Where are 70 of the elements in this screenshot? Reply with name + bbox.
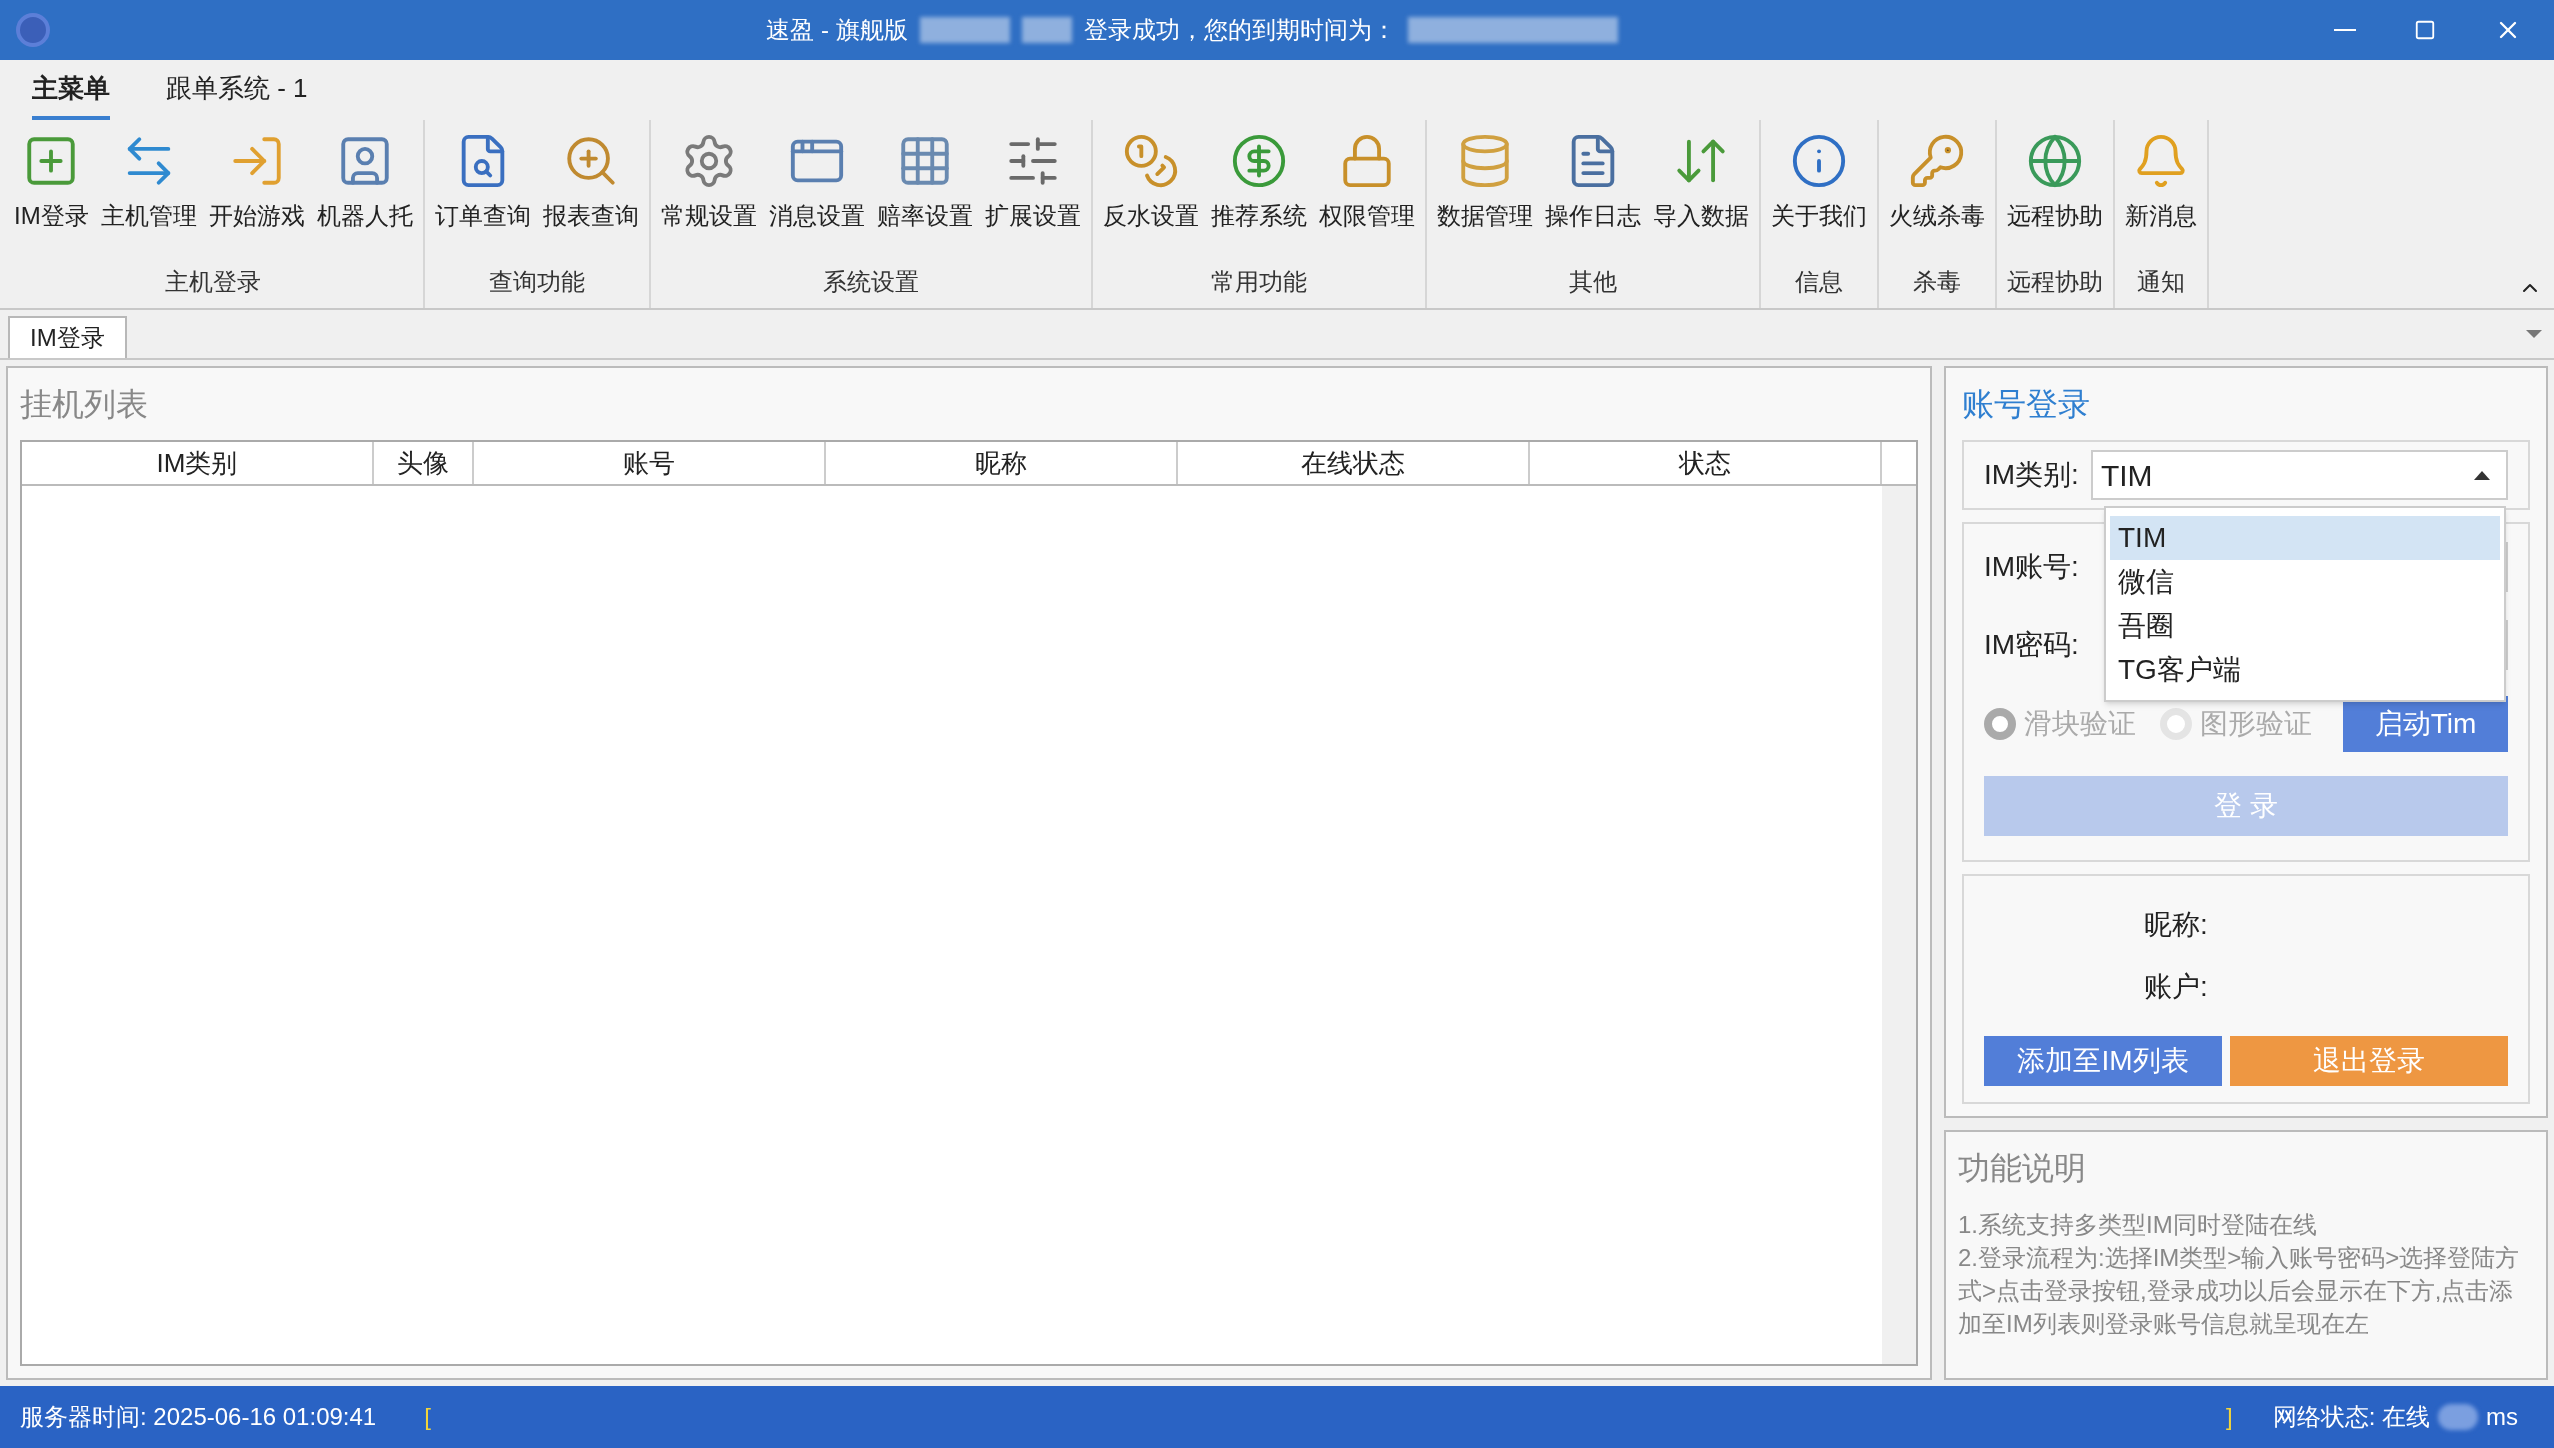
field-label: 账户: xyxy=(2143,970,2209,1004)
maximize-button[interactable] xyxy=(2414,19,2436,41)
dropdown-option[interactable]: TIM xyxy=(2110,516,2500,560)
ribbon-button[interactable]: 数据管理 xyxy=(1430,132,1539,264)
ribbon-group-label: 常用功能 xyxy=(1209,267,1308,297)
panel-title: 账号登录 xyxy=(1962,385,2091,424)
status-mark: [ xyxy=(424,1402,431,1432)
document-tab[interactable]: IM登录 xyxy=(8,316,127,358)
field-label: 昵称: xyxy=(2143,908,2209,942)
ribbon-group-label: 信息 xyxy=(1793,267,1844,297)
ribbon-button[interactable]: 火绒杀毒 xyxy=(1882,132,1991,264)
ribbon-tab[interactable]: 跟单系统 - 1 xyxy=(166,69,308,120)
field-label: IM账号: xyxy=(1984,550,2080,584)
column-header[interactable]: 在线状态 xyxy=(1178,442,1530,484)
ribbon-button[interactable]: 订单查询 xyxy=(428,132,537,264)
dropdown-option[interactable]: 微信 xyxy=(2110,560,2500,604)
ribbon-group-label: 杀毒 xyxy=(1911,267,1962,297)
scrollbar-track[interactable] xyxy=(1882,486,1916,1364)
column-header[interactable]: 头像 xyxy=(374,442,474,484)
status-mark: ] xyxy=(2226,1402,2233,1432)
panel-title: 功能说明 xyxy=(1958,1149,2087,1188)
ribbon-group-label: 查询功能 xyxy=(487,267,586,297)
ribbon-group-label: 远程协助 xyxy=(2005,267,2104,297)
maximize-icon xyxy=(2414,19,2436,41)
server-time: 服务器时间: 2025-06-16 01:09:41 xyxy=(20,1402,377,1432)
ribbon-button[interactable]: 机器人托 xyxy=(310,132,419,264)
dropdown-option[interactable]: 吾圈 xyxy=(2110,604,2500,648)
column-header[interactable]: 昵称 xyxy=(826,442,1178,484)
dropdown-arrow-icon xyxy=(2474,470,2490,480)
ribbon-button[interactable]: 报表查询 xyxy=(536,132,645,264)
ribbon-group-label: 其他 xyxy=(1567,267,1618,297)
window-title: 速盈 - 旗舰版 xyxy=(766,15,908,45)
ribbon-group-label: 通知 xyxy=(2135,267,2186,297)
help-text: 2.登录流程为:选择IM类型>输入账号密码>选择登陆方式>点击登录按钮,登录成功以后会显示在下方,点击添加至IM列表则登录账号信息就呈现在左 xyxy=(1958,1243,2521,1339)
ribbon-group-label: 系统设置 xyxy=(821,267,920,297)
ribbon-button[interactable]: 开始游戏 xyxy=(202,132,311,264)
network-status: 网络状态: 在线 xyxy=(2272,1402,2430,1432)
ribbon-button[interactable]: 赔率设置 xyxy=(870,132,979,264)
ribbon-tab[interactable]: 主菜单 xyxy=(32,69,110,120)
field-label: IM密码: xyxy=(1984,628,2080,662)
ribbon-button[interactable]: 关于我们 xyxy=(1764,132,1873,264)
add-to-list-button[interactable]: 添加至IM列表 xyxy=(1984,1036,2222,1086)
field-label: IM类别: xyxy=(1984,458,2079,492)
ribbon-button[interactable]: 消息设置 xyxy=(762,132,871,264)
im-type-select[interactable]: TIM xyxy=(2090,450,2508,500)
window-title: 登录成功，您的到期时间为： xyxy=(1083,15,1396,45)
ribbon-button[interactable]: 权限管理 xyxy=(1312,132,1421,264)
column-header[interactable]: 账号 xyxy=(474,442,826,484)
ribbon-group-label: 主机登录 xyxy=(164,267,263,297)
ribbon-button[interactable]: 主机管理 xyxy=(94,132,203,264)
redacted-block xyxy=(1021,17,1072,43)
app-logo-icon xyxy=(16,13,50,47)
column-header[interactable]: IM类别 xyxy=(22,442,374,484)
help-text: 1.系统支持多类型IM同时登陆在线 xyxy=(1958,1210,2318,1240)
redacted-block xyxy=(2438,1404,2478,1430)
ribbon-button[interactable]: 新消息 xyxy=(2118,132,2203,264)
latency-unit: ms xyxy=(2486,1402,2518,1432)
ribbon-button[interactable]: 扩展设置 xyxy=(978,132,1087,264)
ribbon-button[interactable]: 远程协助 xyxy=(2000,132,2109,264)
ribbon-button[interactable]: 常规设置 xyxy=(654,132,763,264)
dropdown-option[interactable]: TG客户端 xyxy=(2110,648,2500,692)
ribbon-button[interactable]: 反水设置 xyxy=(1096,132,1205,264)
minimize-icon xyxy=(2334,29,2356,31)
ribbon-button[interactable]: 推荐系统 xyxy=(1204,132,1313,264)
dropdown-arrow-icon[interactable] xyxy=(2526,330,2542,338)
ribbon-button[interactable]: IM登录 xyxy=(8,132,95,264)
ribbon-button[interactable]: 导入数据 xyxy=(1646,132,1755,264)
column-header[interactable]: 状态 xyxy=(1530,442,1882,484)
ribbon-button[interactable]: 操作日志 xyxy=(1538,132,1647,264)
panel-title: 挂机列表 xyxy=(20,385,149,424)
